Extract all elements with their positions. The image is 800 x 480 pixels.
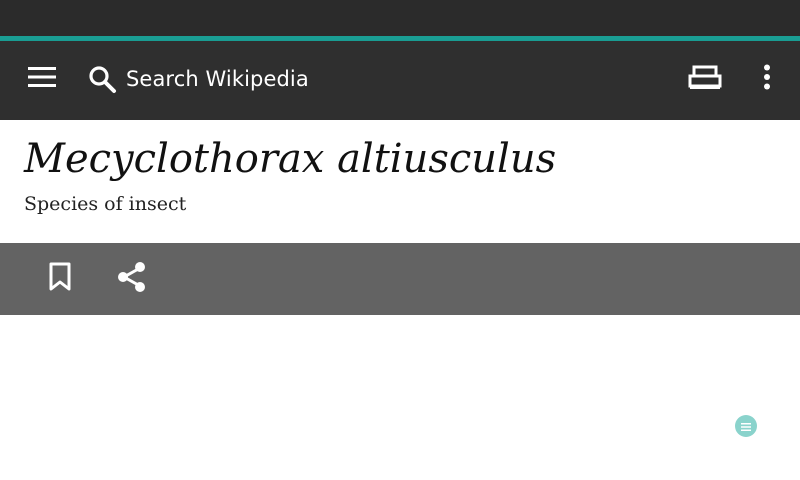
search-placeholder: Search Wikipedia	[126, 67, 309, 91]
table-of-contents-icon	[740, 417, 752, 436]
search-icon	[84, 61, 120, 97]
bookmark-icon	[48, 262, 72, 296]
hamburger-menu-icon	[27, 66, 57, 92]
reading-lists-button[interactable]	[684, 59, 726, 99]
toolbar: Search Wikipedia	[0, 41, 800, 120]
overflow-menu-button[interactable]	[748, 59, 786, 99]
article-description: Species of insect	[24, 193, 187, 215]
menu-button[interactable]	[22, 59, 62, 99]
share-button[interactable]	[112, 259, 152, 299]
more-vertical-icon	[763, 64, 771, 94]
table-of-contents-button[interactable]	[735, 415, 757, 437]
share-icon	[116, 261, 148, 297]
article-title: Mecyclothorax altiusculus	[24, 136, 557, 182]
status-bar	[0, 0, 800, 36]
article-action-bar	[0, 243, 800, 315]
save-bookmark-button[interactable]	[40, 259, 80, 299]
search-bar[interactable]: Search Wikipedia	[84, 57, 544, 101]
article-header: Mecyclothorax altiusculus Species of ins…	[0, 120, 800, 243]
reading-list-icon	[688, 64, 722, 94]
